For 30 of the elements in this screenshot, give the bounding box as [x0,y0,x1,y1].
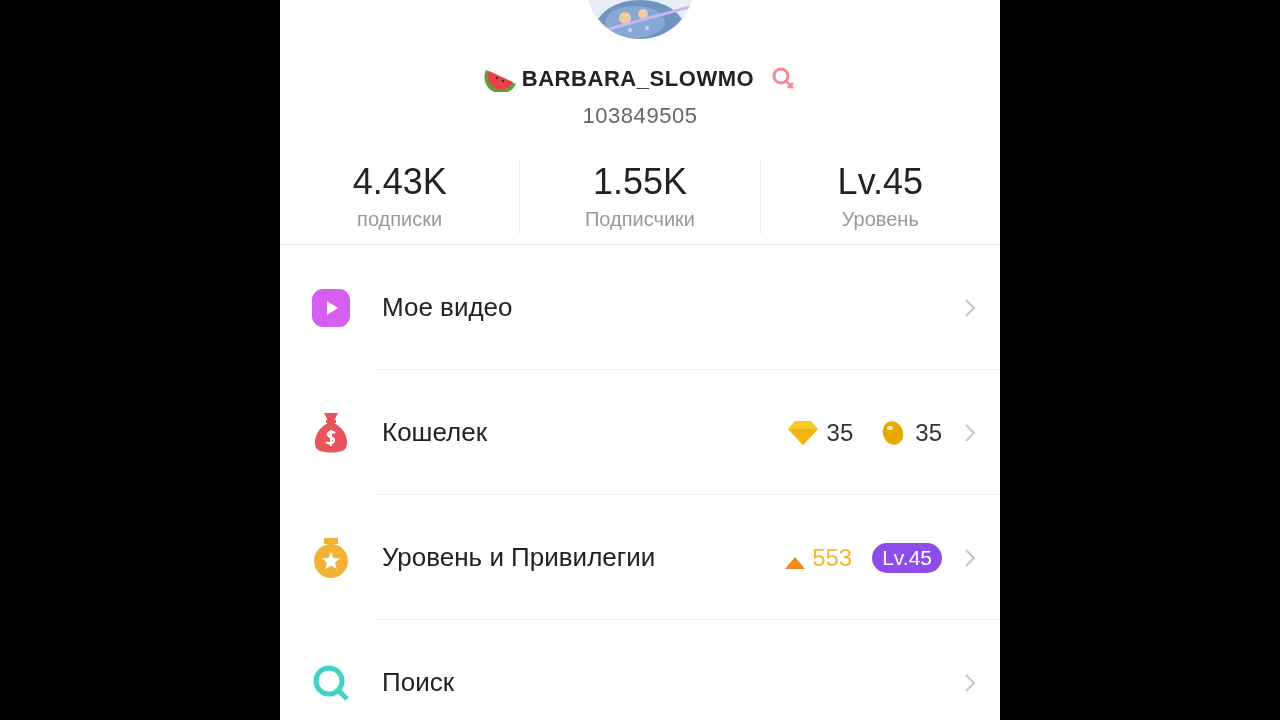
menu-item[interactable]: Уровень и Привилегии 553 Lv.45 [280,495,1000,620]
chevron-right-icon [964,297,976,318]
stat-value: 4.43K [352,160,447,204]
stat-label: подписки [357,207,443,232]
menu-label: Уровень и Привилегии [382,541,656,574]
level-points: 553 [812,542,853,573]
stat-value: Lv.45 [837,160,923,204]
username: BARBARA_SLOWMO [521,65,755,93]
stat-value: 1.55K [592,160,688,204]
menu-label: Мое видео [382,291,513,324]
triangle-icon [784,555,807,570]
menu-label: Кошелек [382,416,488,449]
coin-icon [881,419,906,446]
user-id: 103849505 [581,102,699,130]
chevron-right-icon [964,547,976,568]
stat-label: Подписчики [584,207,695,232]
level-badge: Lv.45 [872,542,942,573]
money-bag-icon [312,410,350,455]
menu-item[interactable]: Кошелек 35 35 [280,370,1000,495]
chevron-right-icon [964,422,976,443]
diamond-icon [786,419,819,446]
coin-count: 35 [915,417,942,448]
diamond-count: 35 [826,417,854,448]
menu-item[interactable]: Мое видео [280,245,1000,370]
play-icon [311,287,351,328]
chevron-right-icon [964,672,976,693]
menu-item[interactable]: Поиск [280,620,1000,720]
medal-icon [312,536,350,579]
menu-label: Поиск [382,666,455,699]
stat-label: Уровень [841,207,919,232]
